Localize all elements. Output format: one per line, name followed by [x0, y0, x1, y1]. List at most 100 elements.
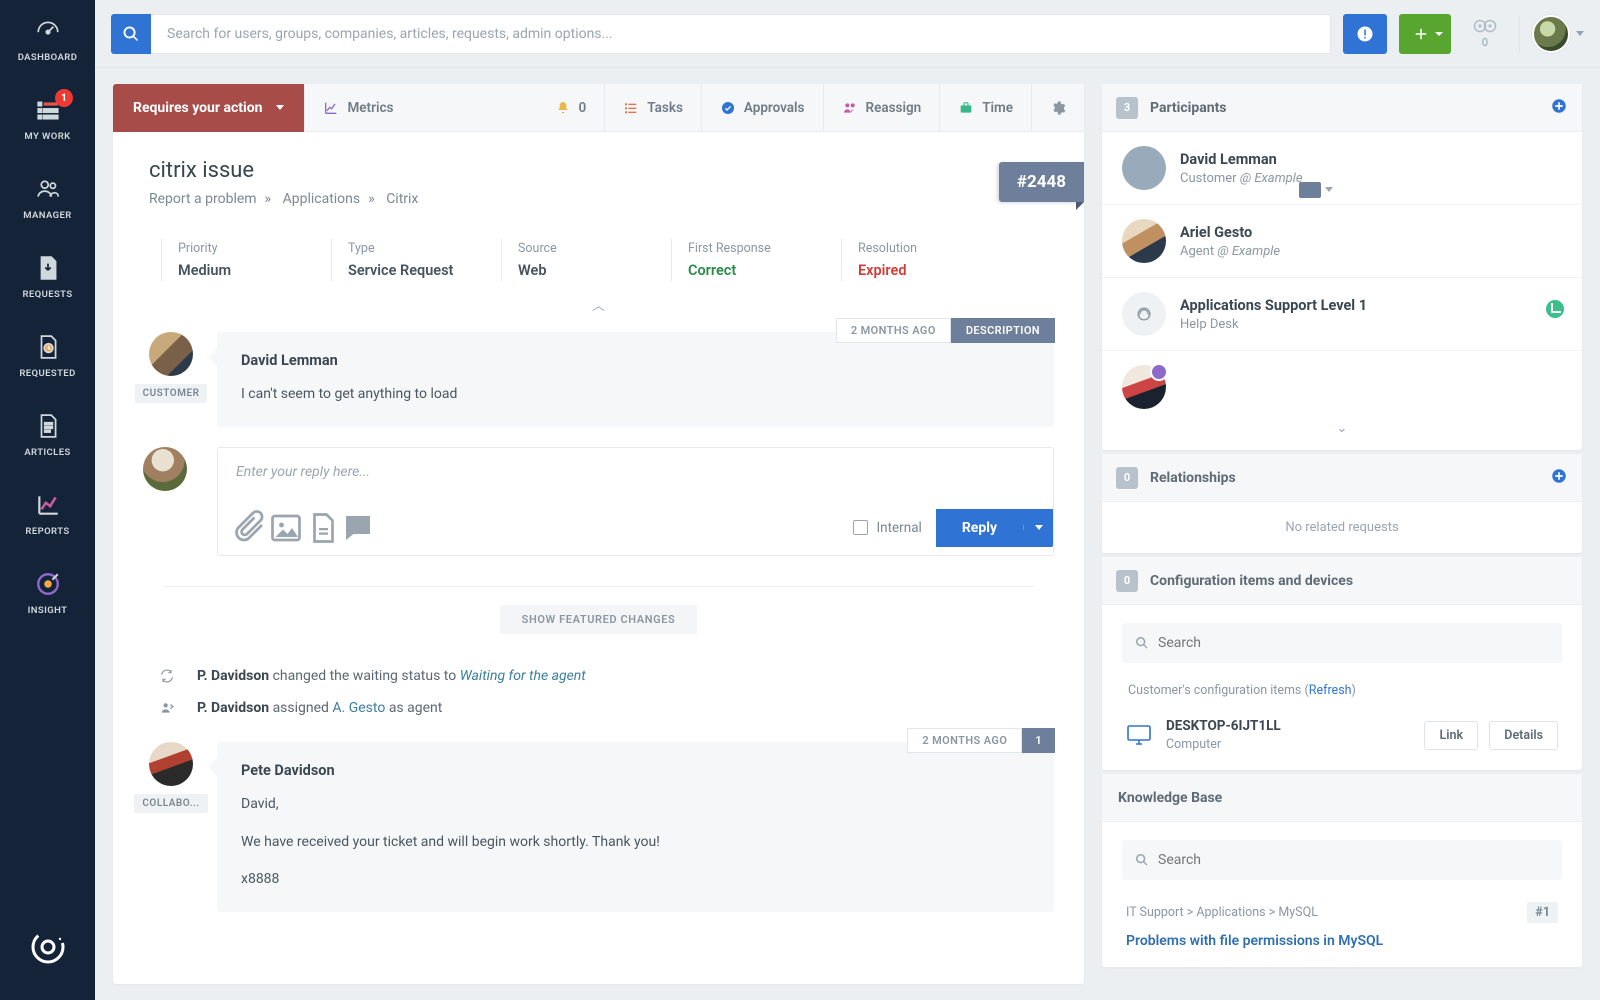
internal-checkbox[interactable]: Internal [853, 520, 921, 536]
search-icon [1134, 635, 1150, 651]
kb-rank-chip: #1 [1527, 902, 1558, 923]
tool-settings[interactable] [1031, 84, 1084, 132]
participant-row[interactable]: Ariel GestoAgent @ Example [1102, 205, 1582, 278]
nav-my-work[interactable]: 1 MY WORK [0, 79, 95, 158]
top-bar: 0 [95, 0, 1600, 68]
nav-requests[interactable]: REQUESTS [0, 237, 95, 316]
file-button[interactable] [304, 512, 340, 544]
brand-logo [28, 903, 68, 1000]
bell-icon [555, 100, 571, 116]
tool-reassign[interactable]: Reassign [823, 84, 940, 132]
chart-icon [35, 492, 61, 518]
clock-badge-icon [1546, 300, 1564, 318]
kb-article-link[interactable]: Problems with file permissions in MySQL [1102, 927, 1582, 967]
briefcase-clock-icon [958, 100, 974, 116]
relationships-panel: 0 Relationships No related requests [1102, 454, 1582, 553]
profile-menu[interactable] [1532, 15, 1584, 53]
plus-icon [1412, 25, 1430, 43]
user-avatar [1532, 15, 1570, 53]
participant-row[interactable]: Applications Support Level 1Help Desk [1102, 278, 1582, 351]
plus-circle-icon [1550, 467, 1568, 485]
assign-icon [159, 700, 175, 716]
tool-time[interactable]: Time [939, 84, 1031, 132]
chevron-down-icon [276, 105, 284, 110]
ci-details-button[interactable]: Details [1489, 721, 1558, 750]
audit-entry: P. Davidson changed the waiting status t… [143, 660, 1054, 692]
breadcrumb: Report a problem» Applications» Citrix [149, 191, 1048, 207]
avatar [143, 447, 187, 491]
add-participant-button[interactable] [1550, 97, 1568, 119]
helpdesk-icon [1122, 292, 1166, 336]
config-search-input[interactable] [1150, 635, 1550, 651]
knowledge-base-panel: Knowledge Base IT Support > Applications… [1102, 774, 1582, 967]
check-circle-icon [720, 100, 736, 116]
vcard-icon[interactable] [1299, 182, 1321, 198]
gauge-icon [35, 18, 61, 44]
show-featured-changes[interactable]: SHOW FEATURED CHANGES [500, 605, 698, 634]
computer-icon [1126, 724, 1152, 746]
file-in-icon [35, 255, 61, 281]
reply-button[interactable]: Reply [936, 509, 1053, 547]
nav-manager[interactable]: MANAGER [0, 158, 95, 237]
participants-panel: 3 Participants David LemmanCustomer @ Ex… [1102, 84, 1582, 450]
config-item-row: DESKTOP-6IJT1LLComputer Link Details [1102, 706, 1582, 770]
message-customer: CUSTOMER 2 MONTHS AGO DESCRIPTION David … [143, 332, 1054, 427]
file-icon [304, 510, 340, 546]
tool-tasks[interactable]: Tasks [604, 84, 701, 132]
nav-reports[interactable]: REPORTS [0, 474, 95, 553]
refresh-ci-link[interactable]: Refresh [1309, 683, 1352, 698]
gear-icon [1050, 100, 1066, 116]
nav-requested[interactable]: REQUESTED [0, 316, 95, 395]
status-dropdown[interactable]: Requires your action [113, 84, 304, 132]
file-clock-icon [35, 334, 61, 360]
global-search-input[interactable] [151, 14, 1331, 54]
insight-icon [35, 571, 61, 597]
attach-button[interactable] [232, 512, 268, 544]
search-icon [1134, 852, 1150, 868]
message-collaborator: COLLABO... 2 MONTHS AGO 1 Pete Davidson … [143, 742, 1054, 912]
people-icon [35, 176, 61, 202]
metrics-icon [323, 100, 339, 116]
plus-circle-icon [1550, 97, 1568, 115]
ticket-properties: PriorityMedium TypeService Request Sourc… [113, 225, 1084, 291]
tool-approvals[interactable]: Approvals [701, 84, 823, 132]
avatar [149, 332, 193, 376]
ticket-id-badge: #2448 [999, 162, 1084, 202]
tool-metrics[interactable]: Metrics [304, 84, 411, 132]
participant-row[interactable]: David LemmanCustomer @ Example [1102, 132, 1582, 205]
expand-participants[interactable]: ⌄ [1102, 415, 1582, 450]
avatar [1122, 146, 1166, 190]
participant-extra[interactable] [1102, 351, 1582, 415]
nav-dashboard[interactable]: DASHBOARD [0, 0, 95, 79]
config-search[interactable] [1122, 623, 1562, 663]
reply-dropdown[interactable] [1023, 525, 1053, 530]
tool-notifications[interactable]: 0 [537, 84, 605, 132]
ticket-panel: Requires your action Metrics 0 [113, 84, 1084, 984]
alert-button[interactable] [1343, 14, 1387, 54]
chevron-down-icon [1576, 31, 1584, 36]
image-button[interactable] [268, 512, 304, 544]
ticket-title: citrix issue [149, 158, 1048, 183]
avatar [1122, 365, 1166, 409]
ci-link-button[interactable]: Link [1424, 721, 1478, 750]
nav-insight[interactable]: INSIGHT [0, 553, 95, 632]
canned-button[interactable] [340, 512, 376, 544]
avatar [149, 742, 193, 786]
left-nav-rail: DASHBOARD 1 MY WORK MANAGER REQUESTS REQ… [0, 0, 95, 1000]
avatar [1122, 219, 1166, 263]
paperclip-icon [232, 510, 268, 546]
create-button[interactable] [1399, 14, 1451, 54]
search-icon [122, 25, 140, 43]
reassign-icon [842, 100, 858, 116]
reply-composer: Internal Reply [143, 447, 1054, 556]
reply-input[interactable] [218, 448, 1053, 496]
exclamation-icon [1356, 25, 1374, 43]
add-relationship-button[interactable] [1550, 467, 1568, 489]
kb-search-input[interactable] [1150, 852, 1550, 868]
search-button[interactable] [111, 14, 151, 54]
impersonate-indicator[interactable]: 0 [1463, 18, 1507, 49]
refresh-icon [159, 668, 175, 684]
kb-search[interactable] [1122, 840, 1562, 880]
nav-articles[interactable]: ARTICLES [0, 395, 95, 474]
my-work-badge: 1 [55, 89, 73, 107]
